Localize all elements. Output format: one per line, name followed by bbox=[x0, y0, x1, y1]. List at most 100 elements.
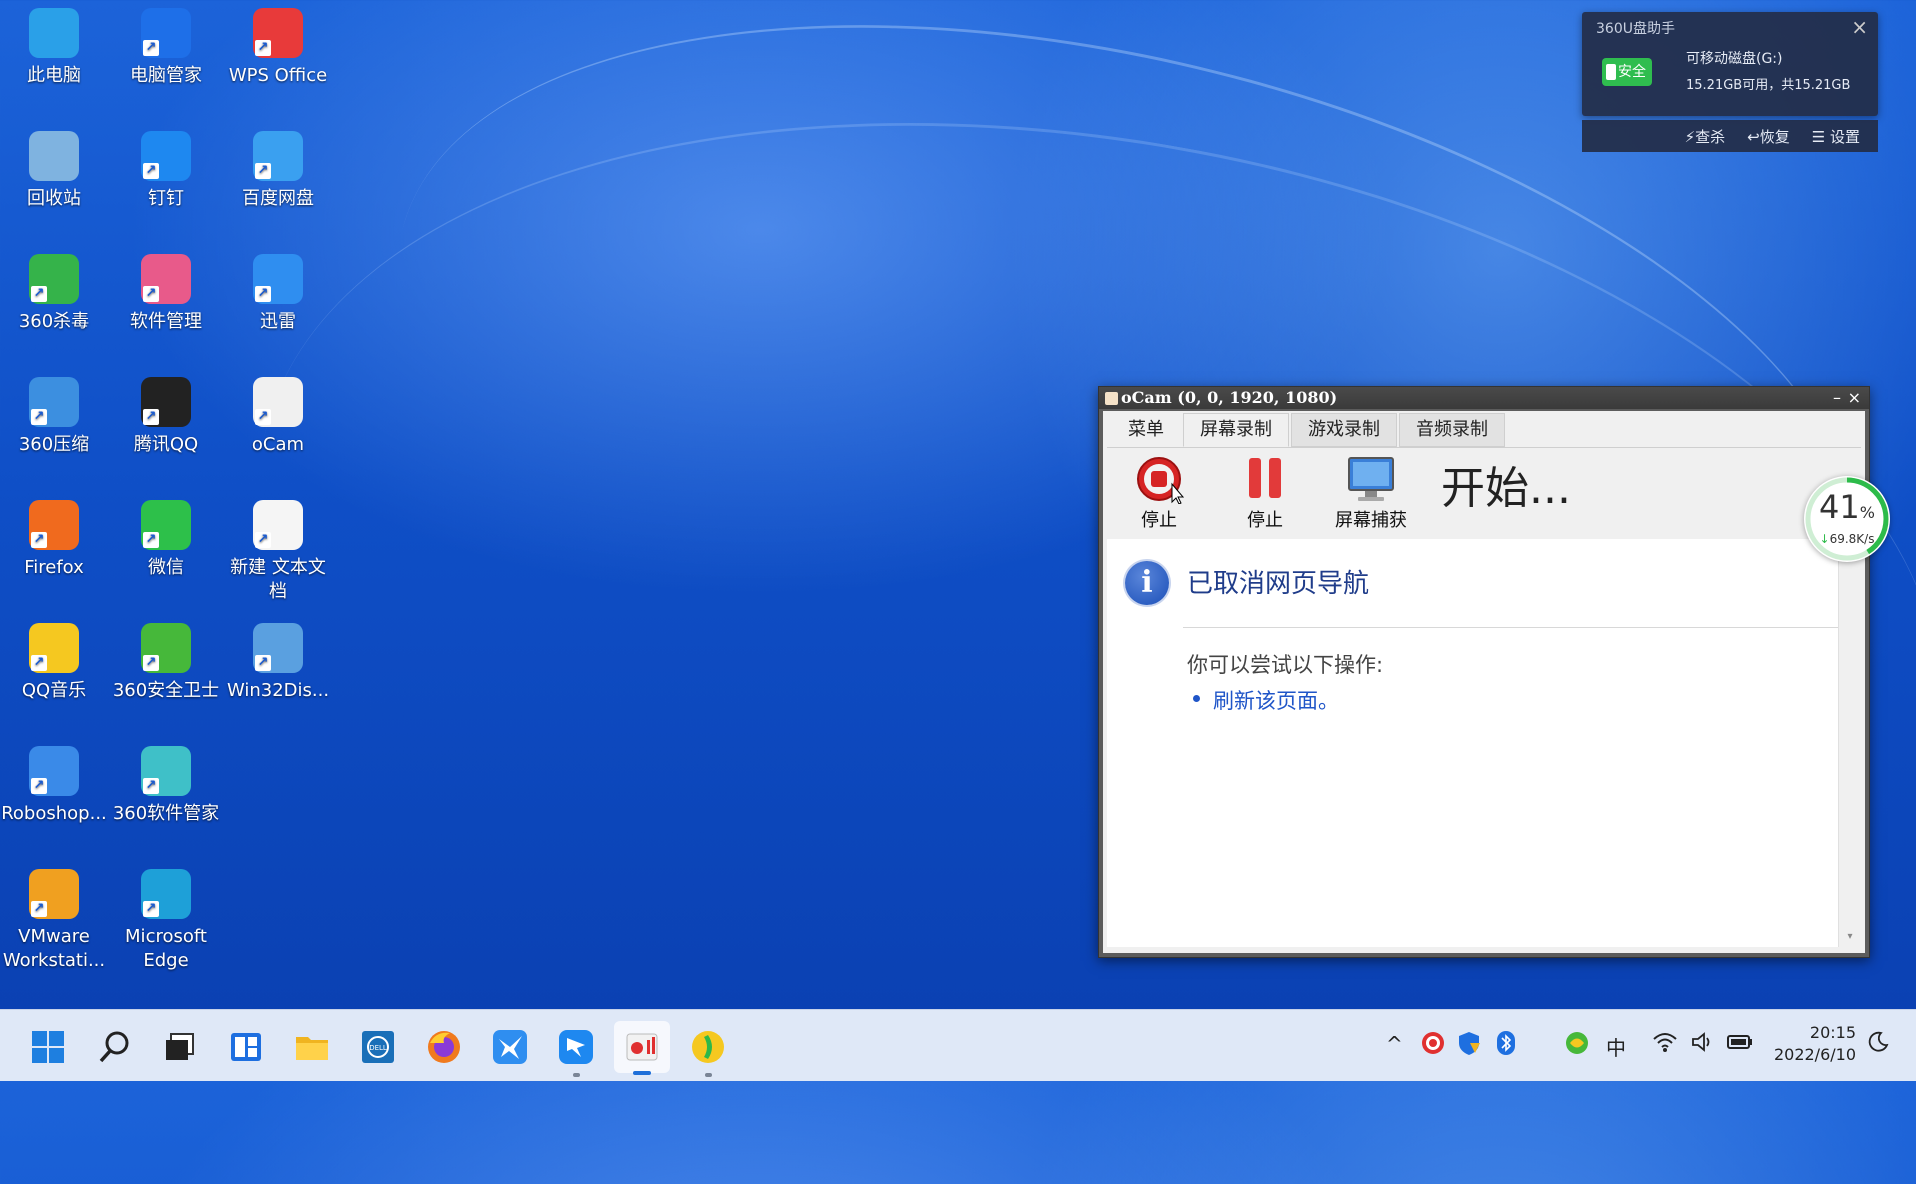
tab-audio-record[interactable]: 音频录制 bbox=[1399, 413, 1505, 447]
chevron-up-icon[interactable]: ^ bbox=[1386, 1032, 1403, 1056]
desktop-icon[interactable]: ↗ 腾讯QQ bbox=[110, 377, 222, 457]
desktop-icon[interactable]: ↗ 360杀毒 bbox=[0, 254, 110, 334]
roboshop-icon: ↗ bbox=[29, 746, 79, 796]
desktop-icon[interactable]: ↗ 迅雷 bbox=[222, 254, 334, 334]
xunlei-icon[interactable] bbox=[490, 1027, 530, 1067]
desktop-icon-label: 钉钉 bbox=[148, 188, 184, 209]
desktop-icon-label: oCam bbox=[251, 434, 305, 455]
shortcut-arrow-icon: ↗ bbox=[255, 655, 271, 671]
stop-record-icon bbox=[1134, 454, 1185, 505]
security-shield-icon[interactable] bbox=[1456, 1030, 1482, 1061]
360-tray-icon[interactable] bbox=[1564, 1030, 1590, 1061]
svg-text:DELL: DELL bbox=[369, 1044, 387, 1052]
desktop-icon-label: VMware Workstati... bbox=[2, 926, 106, 971]
shortcut-arrow-icon: ↗ bbox=[31, 655, 47, 671]
qq-music-icon[interactable] bbox=[688, 1027, 728, 1077]
pause-button[interactable]: 停止 bbox=[1217, 454, 1313, 532]
file-explorer-icon[interactable] bbox=[292, 1027, 332, 1067]
close-icon[interactable]: × bbox=[1848, 387, 1861, 409]
shortcut-arrow-icon: ↗ bbox=[255, 286, 271, 302]
desktop-icon[interactable]: ↗ 360安全卫士 bbox=[110, 623, 222, 703]
desktop-icon[interactable]: ↗ Roboshop... bbox=[0, 746, 110, 826]
settings-button[interactable]: ☰ 设置 bbox=[1812, 126, 1860, 147]
task-view-icon[interactable] bbox=[160, 1027, 200, 1067]
desktop-icon-label: 百度网盘 bbox=[242, 188, 314, 209]
desktop-icon-label: 新建 文本文档 bbox=[230, 557, 326, 602]
close-icon[interactable]: × bbox=[1851, 15, 1868, 39]
network-speed-gauge[interactable]: 41% ↓69.8K/s bbox=[1804, 476, 1890, 562]
volume-icon[interactable] bbox=[1690, 1030, 1714, 1059]
desktop-icon[interactable]: ↗ Firefox bbox=[0, 500, 110, 580]
desktop-icon[interactable]: ↗ 电脑管家 bbox=[110, 8, 222, 88]
desktop-icon-label: 电脑管家 bbox=[130, 65, 202, 86]
start-icon[interactable] bbox=[28, 1027, 68, 1067]
ocam-taskbar-icon[interactable] bbox=[614, 1021, 670, 1075]
pause-icon bbox=[1240, 454, 1290, 504]
desktop-icon[interactable]: ↗ Microsoft Edge bbox=[110, 869, 222, 973]
ocam-tabs: 菜单 屏幕录制 游戏录制 音频录制 bbox=[1111, 413, 1507, 447]
baidu-netdisk-icon: ↗ bbox=[253, 131, 303, 181]
360-security-icon: ↗ bbox=[141, 623, 191, 673]
shortcut-arrow-icon: ↗ bbox=[143, 778, 159, 794]
desktop-icon[interactable]: ↗ WPS Office bbox=[222, 8, 334, 88]
refresh-link[interactable]: 刷新该页面。 bbox=[1213, 685, 1339, 715]
wifi-icon[interactable] bbox=[1652, 1030, 1678, 1059]
dingtalk-icon[interactable] bbox=[556, 1027, 596, 1077]
xunlei-icon: ↗ bbox=[253, 254, 303, 304]
widgets-icon[interactable] bbox=[226, 1027, 266, 1067]
desktop-icon[interactable]: ↗ oCam bbox=[222, 377, 334, 457]
scan-button[interactable]: ⚡查杀 bbox=[1685, 126, 1726, 147]
screen-capture-button[interactable]: 屏幕捕获 bbox=[1323, 454, 1419, 532]
desktop-icon-label: Roboshop... bbox=[1, 803, 107, 824]
tab-menu[interactable]: 菜单 bbox=[1111, 413, 1181, 447]
notification-moon-icon[interactable] bbox=[1866, 1030, 1890, 1059]
minimize-icon[interactable]: – bbox=[1833, 387, 1841, 409]
desktop-icon[interactable]: ↗ 钉钉 bbox=[110, 131, 222, 211]
shortcut-arrow-icon: ↗ bbox=[255, 409, 271, 425]
scrollbar[interactable]: ▾ bbox=[1838, 539, 1861, 947]
drive-name: 可移动磁盘(G:) bbox=[1686, 51, 1783, 67]
ocam-icon bbox=[1105, 392, 1118, 405]
desktop-icon[interactable]: ↗ 360压缩 bbox=[0, 377, 110, 457]
dell-icon[interactable]: DELL bbox=[358, 1027, 398, 1067]
battery-icon[interactable] bbox=[1726, 1031, 1754, 1058]
desktop-icon[interactable]: ↗ Win32Dis... bbox=[222, 623, 334, 703]
ocam-titlebar[interactable]: oCam (0, 0, 1920, 1080) – × bbox=[1099, 387, 1869, 409]
record-tray-icon[interactable] bbox=[1420, 1030, 1446, 1061]
shortcut-arrow-icon: ↗ bbox=[31, 286, 47, 302]
shortcut-arrow-icon: ↗ bbox=[255, 532, 271, 548]
usb-helper-title: 360U盘助手 bbox=[1596, 21, 1675, 37]
win32disk-icon: ↗ bbox=[253, 623, 303, 673]
text-file-icon: ↗ bbox=[253, 500, 303, 550]
tab-game-record[interactable]: 游戏录制 bbox=[1291, 413, 1397, 447]
stop-record-button[interactable]: 停止 bbox=[1111, 454, 1207, 532]
desktop-icon[interactable]: 回收站 bbox=[0, 131, 110, 211]
shortcut-arrow-icon: ↗ bbox=[143, 901, 159, 917]
desktop-icon[interactable]: ↗ 软件管理 bbox=[110, 254, 222, 334]
qq-music-icon: ↗ bbox=[29, 623, 79, 673]
ocam-body: 菜单 屏幕录制 游戏录制 音频录制 停止 停止 屏幕捕获 开始... i 已取消… bbox=[1103, 411, 1865, 953]
desktop-icon[interactable]: 此电脑 bbox=[0, 8, 110, 88]
desktop-icon[interactable]: ↗ 百度网盘 bbox=[222, 131, 334, 211]
clock[interactable]: 20:15 2022/6/10 bbox=[1774, 1022, 1856, 1066]
search-icon[interactable] bbox=[94, 1027, 134, 1067]
usb-helper-actions: ⚡查杀 ↩恢复 ☰ 设置 bbox=[1582, 120, 1878, 152]
restore-button[interactable]: ↩恢复 bbox=[1747, 126, 1790, 147]
gauge-speed: ↓69.8K/s bbox=[1819, 532, 1875, 546]
desktop-icon-label: 回收站 bbox=[27, 188, 81, 209]
ime-indicator[interactable]: 中 bbox=[1606, 1032, 1626, 1061]
desktop-icon-label: Win32Dis... bbox=[226, 680, 330, 701]
desktop-icon[interactable]: ↗ QQ音乐 bbox=[0, 623, 110, 703]
scroll-down-icon[interactable]: ▾ bbox=[1842, 931, 1858, 945]
shortcut-arrow-icon: ↗ bbox=[31, 901, 47, 917]
tab-screen-record[interactable]: 屏幕录制 bbox=[1183, 413, 1289, 447]
desktop-icon[interactable]: ↗ VMware Workstati... bbox=[0, 869, 110, 973]
firefox-icon[interactable] bbox=[424, 1027, 464, 1067]
desktop-icon-label: 微信 bbox=[148, 557, 184, 578]
bluetooth-icon[interactable] bbox=[1496, 1030, 1516, 1061]
divider bbox=[1183, 627, 1839, 628]
shortcut-arrow-icon: ↗ bbox=[255, 163, 271, 179]
desktop-icon[interactable]: ↗ 微信 bbox=[110, 500, 222, 580]
desktop-icon[interactable]: ↗ 新建 文本文档 bbox=[222, 500, 334, 604]
desktop-icon[interactable]: ↗ 360软件管家 bbox=[110, 746, 222, 826]
